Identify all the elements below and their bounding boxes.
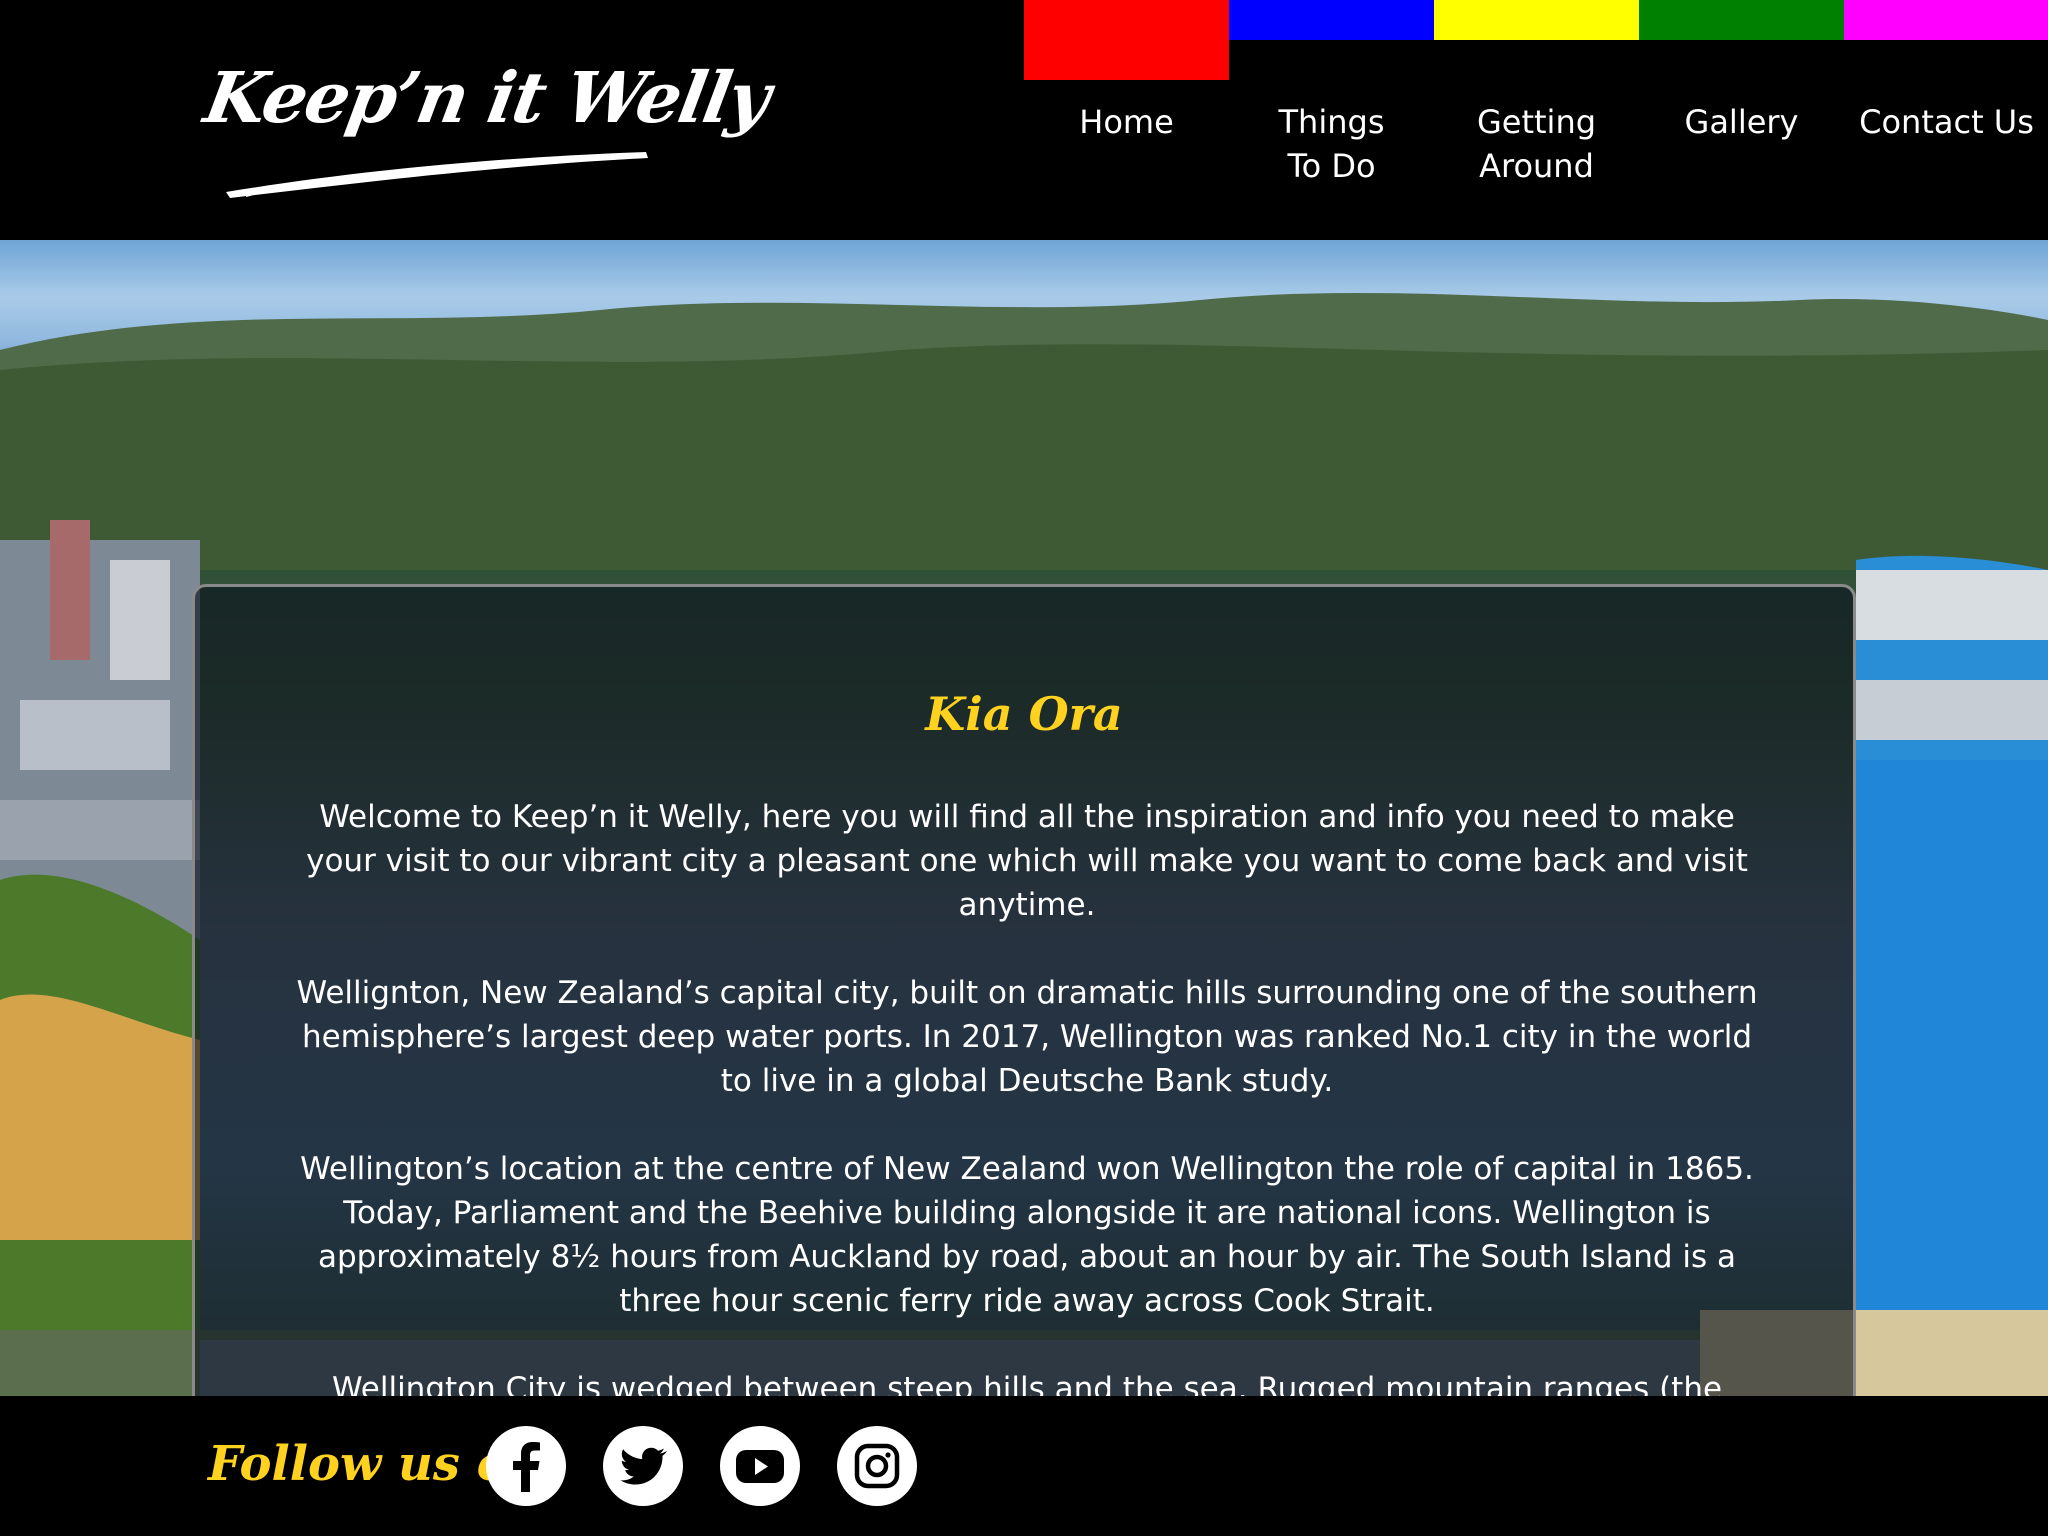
youtube-icon[interactable] <box>720 1426 800 1506</box>
nav-label: Home <box>1079 103 1174 141</box>
site-footer: Follow us on: <box>0 1396 2048 1536</box>
nav-color-bar <box>1639 0 1844 40</box>
nav-item-things-to-do[interactable]: Things To Do <box>1229 0 1434 240</box>
site-header: Keep’n it Welly Home Things To Do Getting… <box>0 0 2048 240</box>
welcome-paragraph: Welcome to Keep’n it Welly, here you wil… <box>306 799 1748 923</box>
welcome-paragraph: Wellington City is wedged between steep … <box>331 1371 1723 1396</box>
nav-color-bar <box>1844 0 2048 40</box>
nav-item-home[interactable]: Home <box>1024 0 1229 240</box>
logo-brush-stroke <box>226 152 648 198</box>
main-nav: Home Things To Do Getting Around Gallery C… <box>1024 0 2048 240</box>
welcome-paragraph: Wellignton, New Zealand’s capital city, … <box>296 975 1758 1099</box>
instagram-icon[interactable] <box>837 1426 917 1506</box>
welcome-title: Kia Ora <box>925 687 1123 741</box>
welcome-text: Welcome to Keep’n it Welly, here you wil… <box>295 795 1759 1396</box>
nav-item-gallery[interactable]: Gallery <box>1639 0 1844 240</box>
nav-color-bar <box>1229 0 1434 40</box>
facebook-icon[interactable] <box>486 1426 566 1506</box>
twitter-icon[interactable] <box>603 1426 683 1506</box>
nav-color-bar <box>1024 0 1229 80</box>
nav-item-getting-around[interactable]: Getting Around <box>1434 0 1639 240</box>
logo-text: Keep’n it Welly <box>198 56 775 139</box>
nav-item-contact-us[interactable]: Contact Us <box>1844 0 2048 240</box>
nav-label: Contact Us <box>1859 103 2034 141</box>
nav-label: Things To Do <box>1278 103 1385 185</box>
hero-section: Kia Ora Welcome to Keep’n it Welly, here… <box>0 240 2048 1396</box>
welcome-panel: Kia Ora Welcome to Keep’n it Welly, here… <box>192 584 1856 1396</box>
welcome-paragraph: Wellington’s location at the centre of N… <box>300 1151 1754 1319</box>
nav-label: Getting Around <box>1476 103 1597 185</box>
nav-color-bar <box>1434 0 1639 40</box>
site-logo[interactable]: Keep’n it Welly <box>199 56 775 206</box>
nav-label: Gallery <box>1684 103 1799 141</box>
